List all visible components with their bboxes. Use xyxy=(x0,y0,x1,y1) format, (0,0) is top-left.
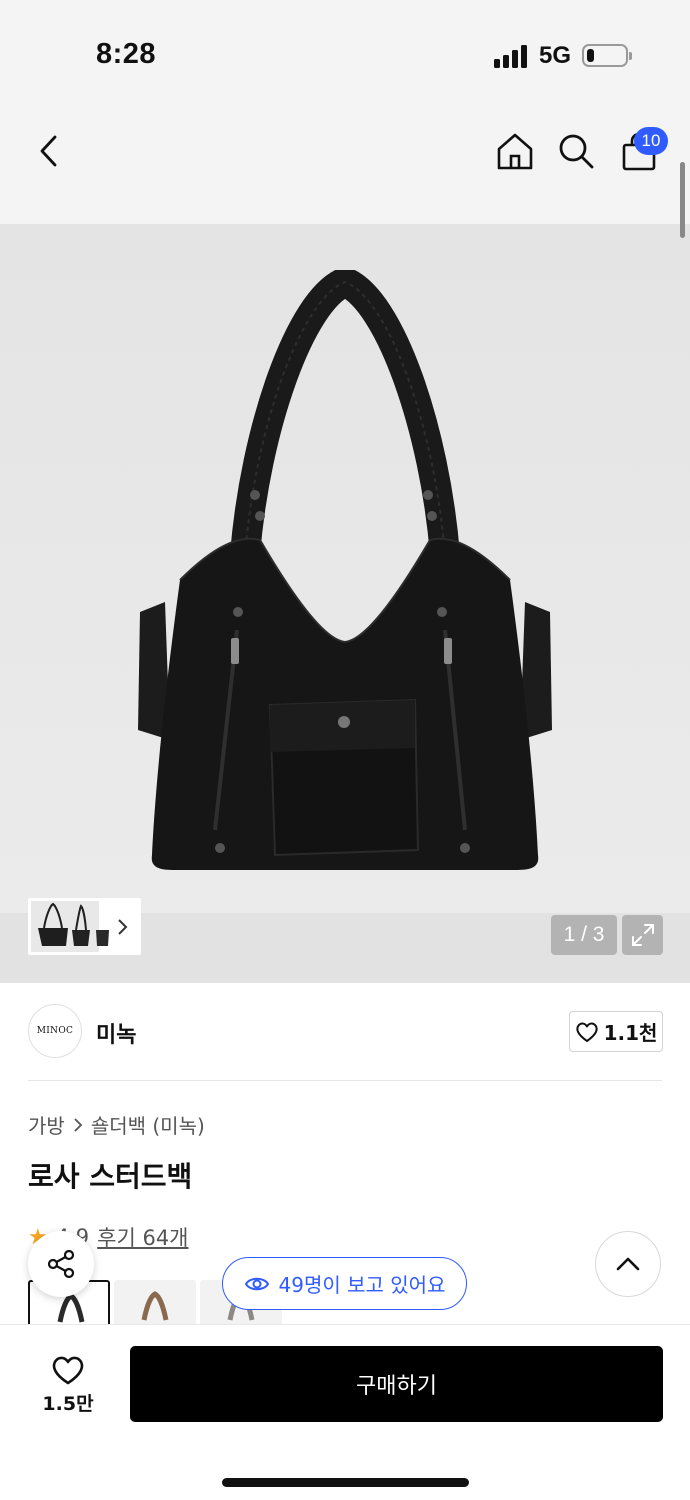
wishlist-button[interactable]: 1.5만 xyxy=(30,1349,106,1421)
status-bar: 8:28 5G xyxy=(0,0,690,100)
brand-like-button[interactable]: 1.1천 xyxy=(569,1011,663,1052)
viewers-text: 49명이 보고 있어요 xyxy=(278,1273,446,1297)
chevron-left-icon xyxy=(40,135,57,167)
home-indicator xyxy=(222,1478,469,1487)
image-page-counter: 1 / 3 xyxy=(551,915,617,955)
brand-like-count: 1.1천 xyxy=(603,1021,658,1045)
heart-icon xyxy=(575,1022,598,1042)
search-button[interactable] xyxy=(553,128,599,174)
heart-icon xyxy=(52,1356,84,1384)
divider xyxy=(28,1080,662,1081)
app-header xyxy=(0,100,690,224)
breadcrumb: 가방 숄더백 (미녹) xyxy=(28,1110,205,1139)
product-image xyxy=(138,270,552,870)
search-icon xyxy=(559,134,594,169)
home-icon xyxy=(497,133,533,170)
breadcrumb-item[interactable]: 가방 xyxy=(28,1110,65,1139)
thumbnail-preview xyxy=(31,901,128,952)
scroll-top-button[interactable] xyxy=(595,1231,661,1297)
scrollbar[interactable] xyxy=(680,162,685,238)
battery-level xyxy=(587,49,594,62)
brand-name[interactable]: 미녹 xyxy=(96,1017,136,1049)
color-swatch[interactable] xyxy=(114,1280,196,1326)
thumbnail-strip[interactable] xyxy=(28,898,141,955)
signal-icon xyxy=(494,44,530,68)
network-type: 5G xyxy=(539,42,572,69)
breadcrumb-item[interactable]: 숄더백 (미녹) xyxy=(91,1110,205,1139)
chevron-right-icon xyxy=(118,919,128,935)
eye-icon xyxy=(244,1277,269,1290)
share-icon xyxy=(47,1249,75,1279)
brand-logo[interactable]: MINOC xyxy=(28,1004,82,1058)
expand-icon xyxy=(631,924,654,946)
cart-count-badge: 10 xyxy=(634,127,668,155)
buy-button[interactable]: 구매하기 xyxy=(130,1346,663,1422)
back-button[interactable] xyxy=(26,128,72,174)
wishlist-count: 1.5만 xyxy=(42,1392,94,1415)
home-button[interactable] xyxy=(492,128,538,174)
review-link[interactable]: 후기 64개 xyxy=(97,1222,188,1252)
chevron-right-icon xyxy=(74,1117,83,1132)
viewers-indicator: 49명이 보고 있어요 xyxy=(222,1257,467,1310)
status-time: 8:28 xyxy=(96,38,157,70)
brand-row[interactable]: MINOC 미녹 1.1천 xyxy=(0,983,690,1081)
share-button[interactable] xyxy=(28,1231,94,1297)
expand-image-button[interactable] xyxy=(622,915,663,955)
product-title: 로사 스터드백 xyxy=(28,1160,193,1193)
chevron-up-icon xyxy=(616,1257,640,1271)
purchase-bar: 1.5만 구매하기 xyxy=(0,1324,690,1500)
battery-icon xyxy=(582,44,632,67)
